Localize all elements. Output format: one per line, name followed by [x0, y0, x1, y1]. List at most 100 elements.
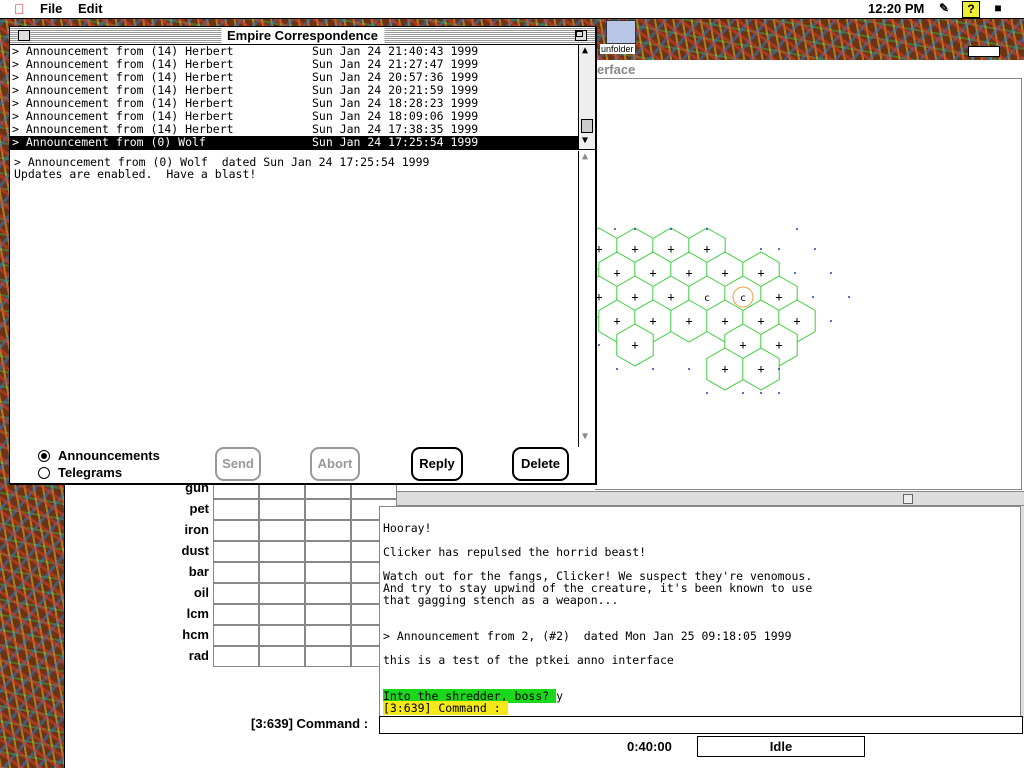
commodity-label: pet [189, 501, 210, 516]
sector-marker: + [757, 266, 764, 280]
commodity-cell[interactable] [259, 562, 305, 583]
radio-label: Announcements [58, 448, 160, 463]
scroll-thumb[interactable] [581, 119, 593, 133]
unexplored-sector-dot [760, 392, 762, 394]
delete-button[interactable]: Delete [512, 447, 569, 481]
commodity-label: lcm [186, 606, 209, 621]
scroll-thumb[interactable] [903, 494, 913, 504]
radio-label: Telegrams [58, 465, 123, 480]
sector-marker: + [667, 290, 674, 304]
message-body[interactable]: > Announcement from (0) Wolf dated Sun J… [10, 151, 578, 447]
commodity-cell[interactable] [305, 604, 351, 625]
main-window-title: erface [597, 62, 636, 77]
commodity-cell[interactable] [259, 604, 305, 625]
commodity-cell[interactable] [213, 583, 259, 604]
unexplored-sector-dot [778, 368, 780, 370]
sector-marker: + [595, 242, 602, 256]
desktop-tab[interactable] [968, 46, 1000, 57]
commodity-cell[interactable] [213, 541, 259, 562]
window-titlebar[interactable]: Empire Correspondence [10, 27, 595, 45]
control-strip-icon[interactable]: ✎ [936, 1, 952, 16]
sector-marker: + [631, 290, 638, 304]
sector-marker: + [631, 338, 638, 352]
commodity-cell[interactable] [213, 625, 259, 646]
commodity-label: iron [184, 522, 209, 537]
close-box-icon[interactable] [18, 30, 30, 41]
commodity-cell[interactable] [259, 625, 305, 646]
map-view[interactable]: + + + + + + + + + + + + c c + + + + + + + + + + + + [595, 78, 1022, 490]
unexplored-sector-dot [598, 344, 600, 346]
commodity-row: pet [65, 499, 397, 520]
sector-marker: + [685, 266, 692, 280]
commodity-cell[interactable] [213, 499, 259, 520]
folder-icon [606, 20, 636, 44]
abort-button[interactable]: Abort [310, 447, 360, 481]
commodity-row: oil [65, 583, 397, 604]
commodity-cell[interactable] [259, 541, 305, 562]
sector-marker: + [721, 266, 728, 280]
message-date: Sun Jan 24 17:25:54 1999 [312, 135, 479, 149]
commodity-cell[interactable] [213, 520, 259, 541]
capital-label: c [740, 293, 746, 304]
unexplored-sector-dot [778, 248, 780, 250]
commodity-cell[interactable] [305, 562, 351, 583]
zoom-box-icon[interactable] [575, 30, 587, 41]
commodity-cell[interactable] [259, 583, 305, 604]
reply-button[interactable]: Reply [411, 447, 463, 481]
radio-dot[interactable] [38, 467, 50, 479]
commodity-cell[interactable] [305, 583, 351, 604]
file-menu[interactable]: File [40, 1, 62, 16]
commodity-cell[interactable] [305, 541, 351, 562]
application-menu-icon[interactable]: ■ [990, 1, 1006, 16]
commodity-label: rad [188, 648, 209, 663]
help-menu-icon[interactable]: ? [962, 1, 980, 18]
apple-menu-icon[interactable]:  [14, 1, 25, 17]
commodity-row: hcm [65, 625, 397, 646]
commodity-cell[interactable] [213, 562, 259, 583]
scroll-up-icon[interactable]: ▲ [582, 151, 588, 162]
edit-menu[interactable]: Edit [78, 1, 103, 16]
command-input[interactable] [379, 716, 1023, 734]
message-body-scrollbar[interactable]: ▲ ▼ [578, 151, 595, 447]
radio-dot[interactable] [38, 450, 50, 462]
output-vertical-scrollbar[interactable] [1020, 506, 1024, 718]
unexplored-sector-dot [830, 320, 832, 322]
commodity-cell[interactable] [259, 520, 305, 541]
commodity-cell[interactable] [305, 520, 351, 541]
unexplored-sector-dot [652, 368, 654, 370]
commodity-label: dust [181, 543, 209, 558]
message-row[interactable]: > Announcement from (0) Wolf Sun Jan 24 1… [10, 136, 578, 149]
commodity-cell[interactable] [305, 646, 351, 667]
commodity-row: rad [65, 646, 397, 667]
unexplored-sector-dot [706, 392, 708, 394]
desktop-folder[interactable]: unfolder [600, 20, 636, 54]
map-horizontal-scrollbar[interactable]: ◀ [379, 491, 1024, 506]
sector-marker: + [721, 314, 728, 328]
commodity-cell[interactable] [259, 646, 305, 667]
sector-marker: + [667, 242, 674, 256]
sector-marker: + [685, 314, 692, 328]
unexplored-sector-dot [614, 228, 616, 230]
command-prompt-line: [3:639] Command : [383, 701, 508, 715]
output-console[interactable]: Hooray! Clicker has repulsed the horrid … [379, 506, 1021, 720]
hex-map[interactable]: + + + + + + + + + + + + c c + + + + + + + + + + + + [595, 79, 1021, 489]
scroll-down-icon[interactable]: ▼ [582, 431, 588, 442]
send-button[interactable]: Send [215, 447, 261, 481]
commodity-cell[interactable] [259, 499, 305, 520]
output-line: > Announcement from 2, (#2) dated Mon Ja… [383, 629, 792, 643]
message-list-scrollbar[interactable]: ▲ ▼ [578, 45, 595, 150]
sector-marker: + [703, 242, 710, 256]
commodity-cell[interactable] [305, 499, 351, 520]
message-list[interactable]: > Announcement from (14) Herbert Sun Jan … [10, 45, 578, 150]
scroll-down-icon[interactable]: ▼ [582, 135, 588, 146]
scroll-up-icon[interactable]: ▲ [582, 45, 588, 56]
commodity-row: dust [65, 541, 397, 562]
unexplored-sector-dot [794, 272, 796, 274]
commodity-cell[interactable] [305, 625, 351, 646]
commodity-cell[interactable] [213, 646, 259, 667]
unexplored-sector-dot [814, 248, 816, 250]
unexplored-sector-dot [688, 368, 690, 370]
menubar-clock[interactable]: 12:20 PM [868, 1, 924, 16]
commodity-label: oil [193, 585, 209, 600]
commodity-cell[interactable] [213, 604, 259, 625]
